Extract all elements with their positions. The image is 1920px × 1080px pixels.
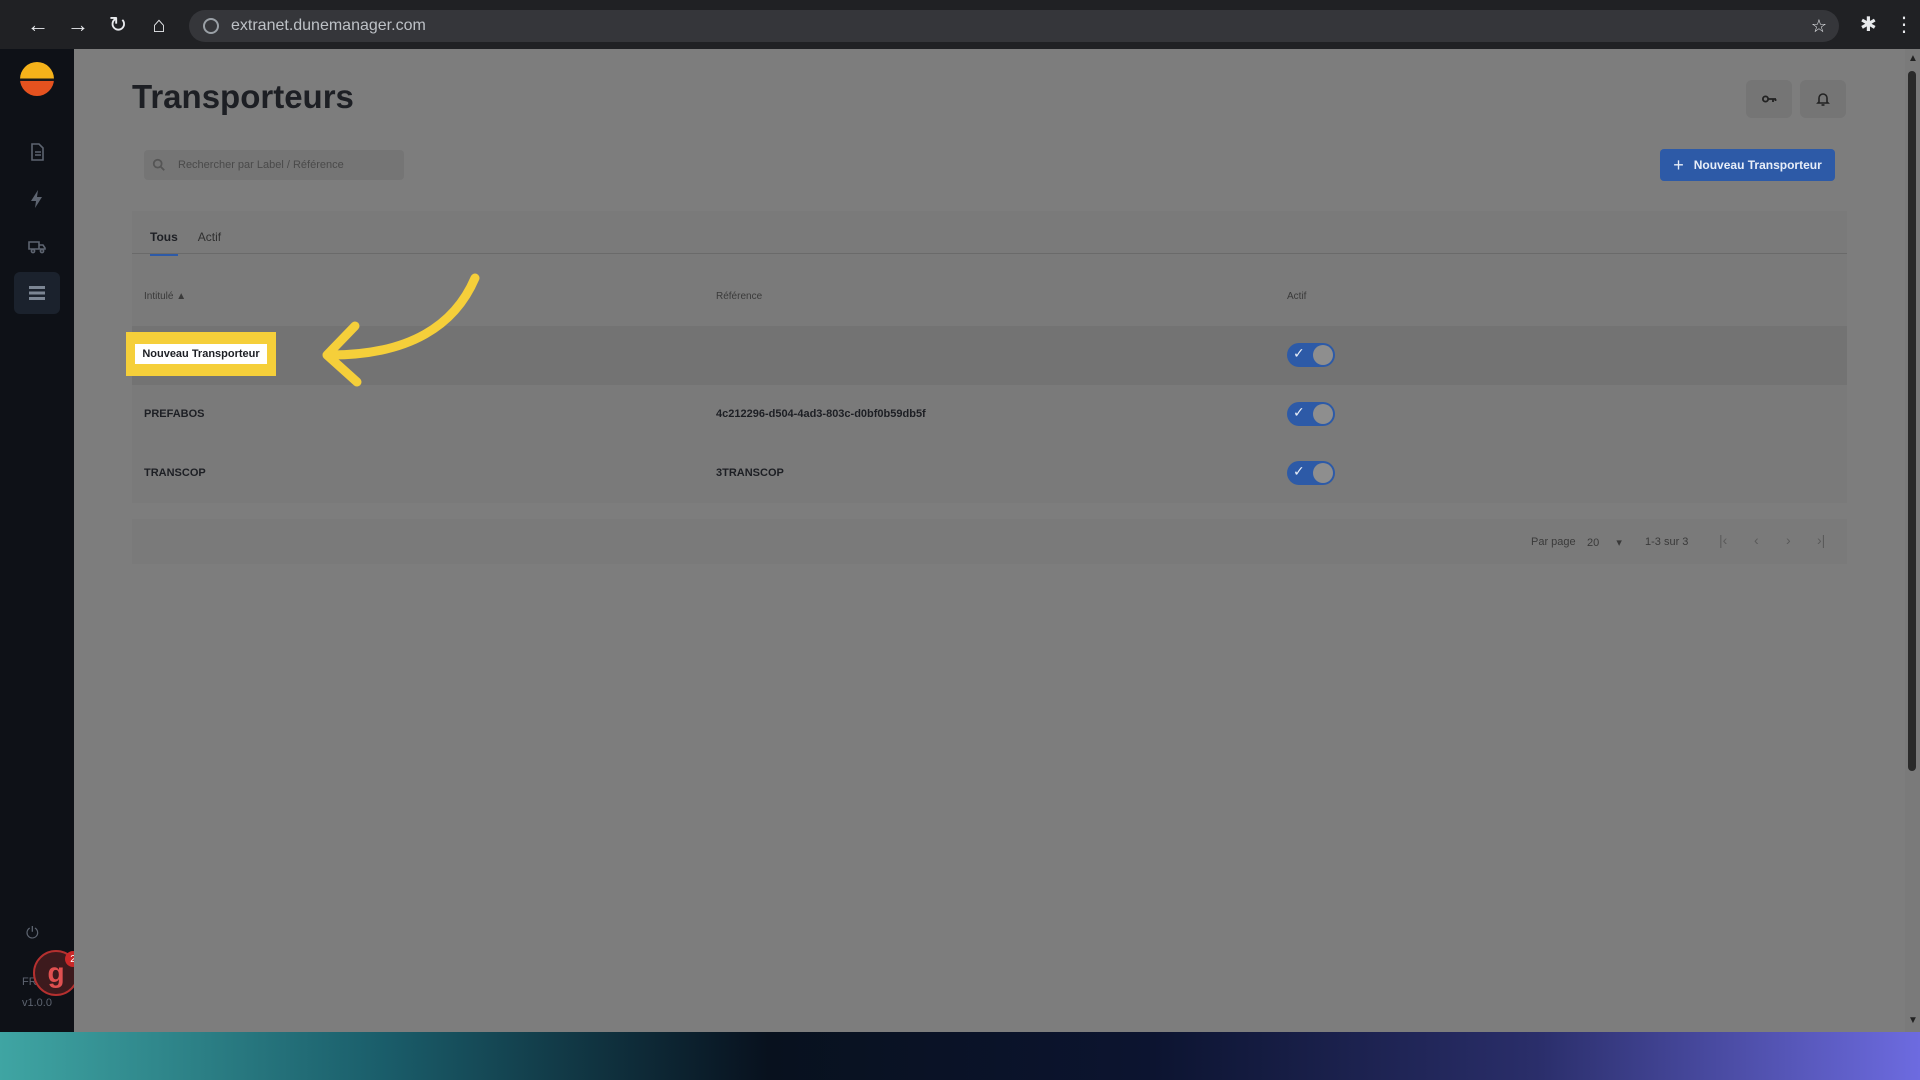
row-reference: 3TRANSCOP [716,467,784,479]
next-page-icon[interactable]: › [1786,532,1791,548]
column-header-reference[interactable]: Référence [716,291,762,302]
bell-icon [1816,93,1830,106]
power-icon[interactable]: ⏻ [26,925,39,943]
active-toggle[interactable]: ✓ [1287,343,1335,367]
row-label: PREFABOS [144,408,205,420]
search-input[interactable]: Rechercher par Label / Référence [144,150,404,180]
lightning-icon[interactable] [22,184,52,214]
toggle-knob [1313,404,1333,424]
chevron-down-icon: ▾ [1616,537,1622,549]
plus-icon: + [1673,154,1684,175]
toggle-knob [1313,463,1333,483]
annotation-arrow-icon [322,273,480,387]
app-logo[interactable] [20,62,54,96]
check-icon: ✓ [1293,345,1305,361]
app-sidebar: ⏻ FR v1.0.0 [0,49,74,1032]
truck-icon[interactable] [22,231,52,261]
per-page-label: Par page [1531,536,1576,548]
url-text: extranet.dunemanager.com [231,17,426,34]
check-icon: ✓ [1293,463,1305,479]
page-title: Transporteurs [132,78,354,115]
check-icon: ✓ [1293,404,1305,420]
bookmark-star-icon[interactable]: ☆ [1811,16,1827,37]
browser-toolbar: ← → ↻ ⌂ extranet.dunemanager.com ☆ ✱ ⋮ [0,0,1920,49]
last-page-icon[interactable]: ›| [1817,532,1825,548]
highlighted-row-label[interactable]: Nouveau Transporteur [126,332,276,376]
page-scrollbar[interactable]: ▲ ▼ [1905,49,1920,1032]
first-page-icon[interactable]: |‹ [1719,532,1727,548]
new-carrier-button[interactable]: + Nouveau Transporteur [1660,149,1835,181]
back-icon[interactable]: ← [18,5,58,45]
column-header-active[interactable]: Actif [1287,291,1306,302]
scrollbar-thumb[interactable] [1908,71,1916,771]
extensions-icon[interactable]: ✱ [1860,12,1877,37]
site-info-icon[interactable] [203,18,219,34]
key-button[interactable] [1746,80,1792,118]
tab-divider [132,253,1847,254]
per-page-value: 20 [1587,537,1600,549]
home-icon[interactable]: ⌂ [139,5,179,45]
notifications-button[interactable] [1800,80,1846,118]
row-label: TRANSCOP [144,467,206,479]
active-toggle[interactable]: ✓ [1287,402,1335,426]
version-label: v1.0.0 [22,997,52,1009]
search-placeholder: Rechercher par Label / Référence [178,159,344,171]
previous-page-icon[interactable]: ‹ [1754,532,1759,548]
assistant-avatar-letter: g [47,957,65,988]
per-page-select[interactable]: 20 ▾ [1587,536,1622,549]
document-icon[interactable] [22,137,52,167]
column-header-label[interactable]: Intitulé ▲ [144,291,186,302]
page-range: 1-3 sur 3 [1645,536,1689,548]
address-bar[interactable]: extranet.dunemanager.com ☆ [189,10,1839,42]
scroll-down-icon[interactable]: ▼ [1908,1015,1918,1026]
toggle-knob [1313,345,1333,365]
reload-icon[interactable]: ↻ [98,5,138,45]
list-icon[interactable] [22,278,52,308]
row-reference: 4c212296-d504-4ad3-803c-d0bf0b59db5f [716,408,926,420]
key-icon [1762,95,1777,103]
active-toggle[interactable]: ✓ [1287,461,1335,485]
desktop-strip [0,1032,1920,1080]
highlighted-label-text: Nouveau Transporteur [135,344,267,364]
forward-icon[interactable]: → [58,5,98,45]
new-carrier-label: Nouveau Transporteur [1693,158,1822,172]
search-icon [152,158,165,171]
browser-menu-icon[interactable]: ⋮ [1894,12,1914,37]
scroll-up-icon[interactable]: ▲ [1908,53,1918,64]
table-row[interactable] [132,443,1847,502]
